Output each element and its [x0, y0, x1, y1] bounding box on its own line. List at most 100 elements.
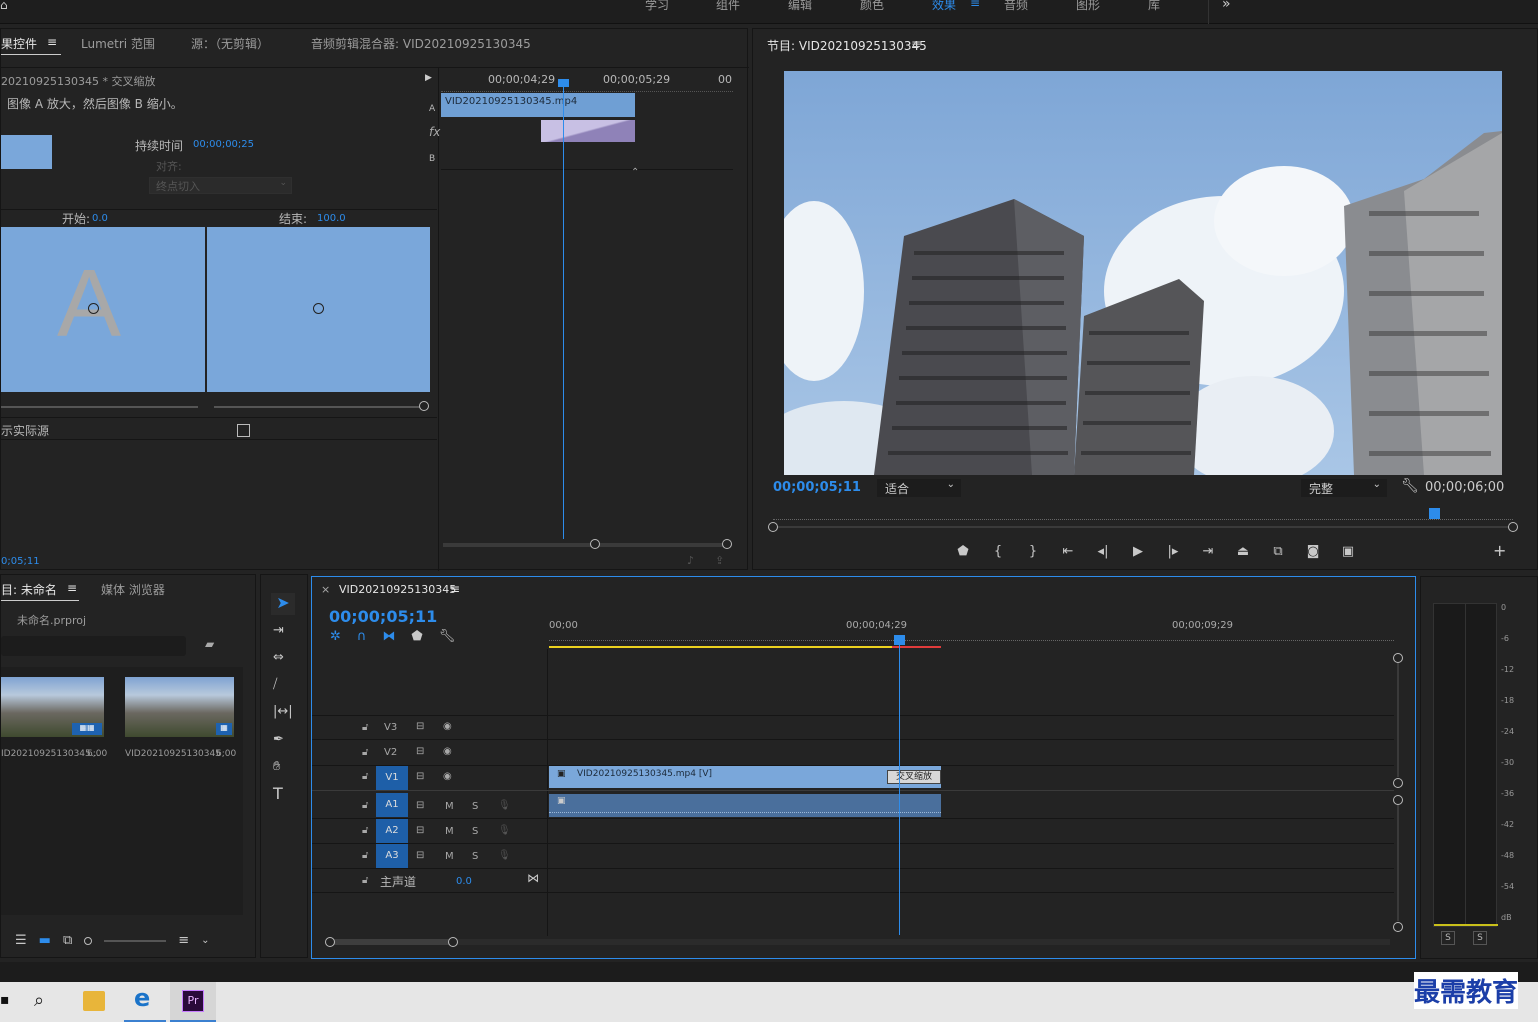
track-label-a2[interactable]: A2	[376, 819, 408, 843]
timeline-playhead[interactable]	[899, 635, 900, 935]
track-select-tool-icon[interactable]: ⇥	[273, 623, 284, 639]
panel-menu-icon[interactable]: ≡	[47, 35, 57, 49]
eye-icon[interactable]: ◉	[443, 746, 452, 757]
preview-a[interactable]: A	[1, 227, 205, 392]
mark-out-icon[interactable]: }	[1019, 541, 1047, 561]
end-slider[interactable]	[214, 406, 420, 408]
eye-icon[interactable]: ◉	[443, 721, 452, 732]
tab-source[interactable]: 源：（无剪辑）	[191, 35, 269, 52]
slip-tool-icon[interactable]: |↔|	[273, 704, 293, 720]
video-vertical-scrollbar[interactable]	[1397, 663, 1399, 777]
timeline-scroll-left-handle[interactable]	[325, 937, 335, 947]
expand-arrow-icon[interactable]: ▶	[425, 73, 432, 83]
center-handle-a[interactable]	[88, 303, 99, 314]
track-label-a3[interactable]: A3	[376, 844, 408, 868]
mini-scroll-handle-left[interactable]	[590, 539, 600, 549]
start-value[interactable]: 0.0	[92, 213, 108, 224]
workspace-tab-assembly[interactable]: 组件	[716, 0, 740, 13]
sync-lock-icon[interactable]: ⊟	[416, 721, 424, 732]
sync-lock-icon[interactable]: ⊟	[416, 746, 424, 757]
video-frame[interactable]	[784, 71, 1502, 475]
premiere-pro-icon[interactable]: Pr	[170, 982, 216, 1022]
track-label-a1[interactable]: A1	[376, 793, 408, 817]
new-bin-icon[interactable]: ▰	[205, 637, 214, 651]
export-frame-icon[interactable]: ◙	[1299, 541, 1327, 561]
razor-tool-icon[interactable]: ⧸	[273, 677, 277, 693]
list-view-icon[interactable]: ☰	[15, 933, 27, 949]
sync-lock-icon[interactable]: ⊟	[416, 850, 424, 861]
program-scrubber[interactable]	[773, 526, 1513, 528]
extract-icon[interactable]: ⧉	[1264, 541, 1292, 561]
lock-icon[interactable]: 🔓︎	[362, 850, 368, 861]
sequence-tab[interactable]: VID20210925130345	[339, 583, 456, 596]
end-slider-handle[interactable]	[419, 401, 429, 411]
freeform-view-icon[interactable]: ⧉	[63, 933, 72, 949]
meter-solo-right[interactable]: S	[1473, 931, 1487, 945]
quality-dropdown[interactable]: 完整 ⌄	[1301, 479, 1387, 497]
end-value[interactable]: 100.0	[317, 213, 346, 224]
close-sequence-icon[interactable]: ×	[321, 583, 330, 596]
mini-scrollbar[interactable]	[443, 543, 727, 547]
ripple-edit-tool-icon[interactable]: ⇔	[273, 650, 284, 666]
fit-dropdown[interactable]: 适合 ⌄	[877, 479, 961, 497]
sort-icon[interactable]: ≡	[178, 933, 189, 949]
eye-icon[interactable]: ◉	[443, 771, 452, 782]
lift-icon[interactable]: ⏏	[1229, 541, 1257, 561]
pen-tool-icon[interactable]: ✒	[273, 732, 284, 748]
scrubber-right-handle[interactable]	[1508, 522, 1518, 532]
preview-b[interactable]	[207, 227, 430, 392]
sync-lock-icon[interactable]: ⊟	[416, 825, 424, 836]
show-actual-sources-checkbox[interactable]	[237, 424, 250, 437]
timeline-playhead-handle[interactable]	[894, 635, 905, 645]
add-marker-icon[interactable]: ⬟	[949, 541, 977, 561]
panel-menu-icon[interactable]: ≡	[450, 582, 460, 596]
snap-icon[interactable]: ∩	[357, 629, 367, 645]
comparison-view-icon[interactable]: ▣	[1334, 541, 1362, 561]
workspace-tab-libraries[interactable]: 库	[1148, 0, 1160, 13]
mini-playhead[interactable]	[563, 81, 564, 539]
tab-effect-controls[interactable]: 果控件	[1, 35, 37, 52]
timeline-settings-icon[interactable]: 🔧︎	[439, 629, 456, 645]
collapse-icon[interactable]: ⌃	[631, 167, 639, 178]
transition-block[interactable]: 交叉缩放	[887, 770, 941, 784]
align-dropdown[interactable]: 终点切入 ⌄	[149, 177, 292, 194]
chevron-down-icon[interactable]: ⌄	[201, 933, 209, 949]
lock-icon[interactable]: 🔓︎	[362, 747, 368, 758]
add-button-icon[interactable]: +	[1493, 541, 1506, 560]
timeline-horizontal-scrollbar[interactable]	[330, 939, 1390, 945]
solo-button[interactable]: S	[472, 801, 478, 812]
mini-transition[interactable]	[541, 120, 635, 142]
audio-scroll-bottom-handle[interactable]	[1393, 922, 1403, 932]
audio-clip[interactable]: ▣	[549, 794, 941, 817]
edge-browser-icon[interactable]: e	[124, 982, 166, 1022]
sync-lock-icon[interactable]: ⊟	[416, 771, 424, 782]
zoom-slider-handle[interactable]	[84, 937, 93, 945]
audio-loop-icon[interactable]: ♪	[687, 554, 694, 567]
microphone-icon[interactable]: 🎙︎	[498, 800, 511, 811]
mini-scroll-handle-right[interactable]	[722, 539, 732, 549]
track-label-v3[interactable]: V3	[384, 722, 397, 733]
icon-view-icon[interactable]: ▬	[39, 933, 51, 949]
tab-audio-clip-mixer[interactable]: 音频剪辑混合器: VID20210925130345	[311, 35, 531, 52]
nest-icon[interactable]: ✲	[330, 629, 341, 645]
selection-tool-icon[interactable]: ➤	[271, 593, 295, 615]
more-workspaces-icon[interactable]: »	[1222, 0, 1231, 12]
tab-lumetri-scopes[interactable]: Lumetri 范围	[81, 35, 155, 52]
home-icon[interactable]: ⌂	[0, 0, 8, 12]
program-playhead[interactable]	[1429, 508, 1440, 519]
tab-media-browser[interactable]: 媒体 浏览器	[101, 581, 165, 598]
lock-icon[interactable]: 🔓︎	[362, 875, 368, 886]
export-icon[interactable]: ⇪	[715, 554, 724, 567]
program-timecode[interactable]: 00;00;05;11	[773, 480, 861, 495]
track-label-v2[interactable]: V2	[384, 747, 397, 758]
project-search-input[interactable]	[1, 636, 186, 656]
video-scroll-bottom-handle[interactable]	[1393, 778, 1403, 788]
panel-menu-icon[interactable]: ≡	[911, 37, 921, 51]
workspace-menu-icon[interactable]: ≡	[970, 0, 980, 10]
video-clip[interactable]: ▣ VID20210925130345.mp4 [V] 交叉缩放	[549, 766, 941, 788]
mark-in-icon[interactable]: {	[984, 541, 1012, 561]
sync-lock-icon[interactable]: ⊟	[416, 800, 424, 811]
video-scroll-top-handle[interactable]	[1393, 653, 1403, 663]
lock-icon[interactable]: 🔓︎	[362, 722, 368, 733]
step-back-icon[interactable]: ◂|	[1089, 541, 1117, 561]
